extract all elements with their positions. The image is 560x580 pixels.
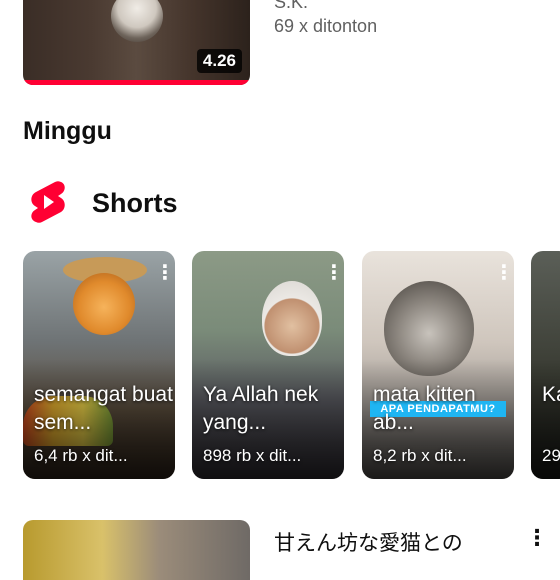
shorts-card-title: mata kitten ab...	[373, 383, 476, 434]
next-video-thumbnail[interactable]	[23, 520, 250, 580]
section-heading: Minggu	[23, 117, 112, 145]
more-vert-icon[interactable]: ⋮	[526, 525, 548, 551]
more-vert-icon[interactable]: ⋮	[494, 263, 514, 283]
history-video-thumbnail[interactable]: 4.26	[23, 0, 250, 85]
shorts-card[interactable]: APA PENDAPATMU? ⋮ mata kitten ab... 8,2 …	[362, 251, 514, 479]
watch-progress-bar	[23, 80, 250, 85]
more-vert-icon[interactable]: ⋮	[324, 263, 344, 283]
shorts-card-views: 29	[542, 446, 560, 465]
next-video-title[interactable]: 甘えん坊な愛猫との	[274, 527, 463, 557]
shorts-card-title: semangat buat sem...	[34, 383, 173, 434]
shorts-card-views: 6,4 rb x dit...	[34, 446, 128, 465]
shorts-logo-icon	[31, 181, 65, 223]
history-video-title[interactable]: S.K.	[274, 0, 308, 13]
shorts-card-title: Ka D	[542, 383, 560, 406]
thumbnail-image	[111, 0, 163, 42]
shorts-card[interactable]: ⋮ Ya Allah nek yang... 898 rb x dit...	[192, 251, 344, 479]
thumbnail-image	[262, 281, 322, 356]
more-vert-icon[interactable]: ⋮	[155, 263, 175, 283]
shorts-card-views: 8,2 rb x dit...	[373, 446, 467, 465]
history-video-views: 69 x ditonton	[274, 16, 378, 36]
video-duration-badge: 4.26	[196, 49, 242, 73]
shorts-card-views: 898 rb x dit...	[203, 446, 302, 465]
shorts-shelf-title[interactable]: Shorts	[92, 188, 178, 219]
shorts-card-title: Ya Allah nek yang...	[203, 383, 319, 434]
thumbnail-image	[73, 273, 135, 335]
shorts-card[interactable]: ⋮ semangat buat sem... 6,4 rb x dit...	[23, 251, 175, 479]
shorts-card[interactable]: Ka D 29	[531, 251, 560, 479]
